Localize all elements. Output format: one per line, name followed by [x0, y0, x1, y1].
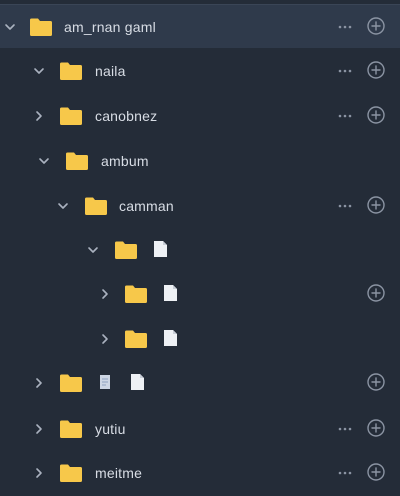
file-icon — [130, 373, 145, 391]
folder-icon — [124, 329, 148, 349]
file-icon — [163, 329, 178, 347]
more-options-icon[interactable] — [334, 197, 356, 215]
chevron-right-icon[interactable] — [31, 375, 47, 391]
chevron-right-icon[interactable] — [31, 465, 47, 481]
folder-icon — [59, 373, 83, 393]
add-item-icon[interactable] — [366, 462, 386, 482]
folder-icon — [59, 106, 83, 126]
document-icon — [99, 374, 111, 390]
file-icon — [163, 284, 178, 302]
add-item-icon[interactable] — [366, 418, 386, 438]
more-options-icon[interactable] — [334, 107, 356, 125]
chevron-down-icon[interactable] — [85, 242, 101, 258]
folder-icon — [59, 419, 83, 439]
tree-row-label: meitme — [95, 465, 143, 481]
folder-icon — [84, 196, 108, 216]
chevron-down-icon[interactable] — [55, 198, 71, 214]
chevron-down-icon[interactable] — [31, 63, 47, 79]
tree-row[interactable]: canobnez — [0, 94, 400, 138]
tree-row[interactable]: ambum — [0, 139, 400, 183]
chevron-right-icon[interactable] — [31, 108, 47, 124]
more-options-icon[interactable] — [334, 420, 356, 438]
tree-row-label: am_rnan gaml — [64, 19, 156, 35]
tree-row-label: naila — [95, 63, 126, 79]
tree-row[interactable] — [0, 361, 400, 405]
add-item-icon[interactable] — [366, 60, 386, 80]
tree-row[interactable]: am_rnan gaml — [0, 4, 400, 48]
more-options-icon[interactable] — [334, 18, 356, 36]
folder-icon — [59, 61, 83, 81]
tree-row-label: yutiu — [95, 421, 126, 437]
folder-icon — [114, 240, 138, 260]
tree-row[interactable] — [0, 228, 400, 272]
folder-icon — [29, 17, 53, 37]
chevron-right-icon[interactable] — [97, 286, 113, 302]
tree-row[interactable]: yutiu — [0, 407, 400, 451]
chevron-right-icon[interactable] — [97, 331, 113, 347]
file-icon — [153, 240, 168, 258]
add-item-icon[interactable] — [366, 372, 386, 392]
more-options-icon[interactable] — [334, 62, 356, 80]
chevron-down-icon[interactable] — [2, 19, 18, 35]
add-item-icon[interactable] — [366, 105, 386, 125]
chevron-right-icon[interactable] — [31, 421, 47, 437]
tree-row[interactable] — [0, 272, 400, 316]
add-item-icon[interactable] — [366, 195, 386, 215]
tree-row[interactable]: naila — [0, 49, 400, 93]
tree-row[interactable]: camman — [0, 184, 400, 228]
tree-row-label: canobnez — [95, 108, 158, 124]
folder-icon — [124, 284, 148, 304]
tree-row[interactable] — [0, 317, 400, 361]
folder-icon — [59, 463, 83, 483]
tree-row-label: camman — [119, 198, 174, 214]
folder-icon — [65, 151, 89, 171]
add-item-icon[interactable] — [366, 283, 386, 303]
add-item-icon[interactable] — [366, 16, 386, 36]
more-options-icon[interactable] — [334, 464, 356, 482]
file-tree: am_rnan gaml naila canobnez ambum camman… — [0, 0, 400, 496]
tree-row[interactable]: meitme — [0, 451, 400, 495]
chevron-down-icon[interactable] — [36, 153, 52, 169]
tree-row-label: ambum — [101, 153, 149, 169]
